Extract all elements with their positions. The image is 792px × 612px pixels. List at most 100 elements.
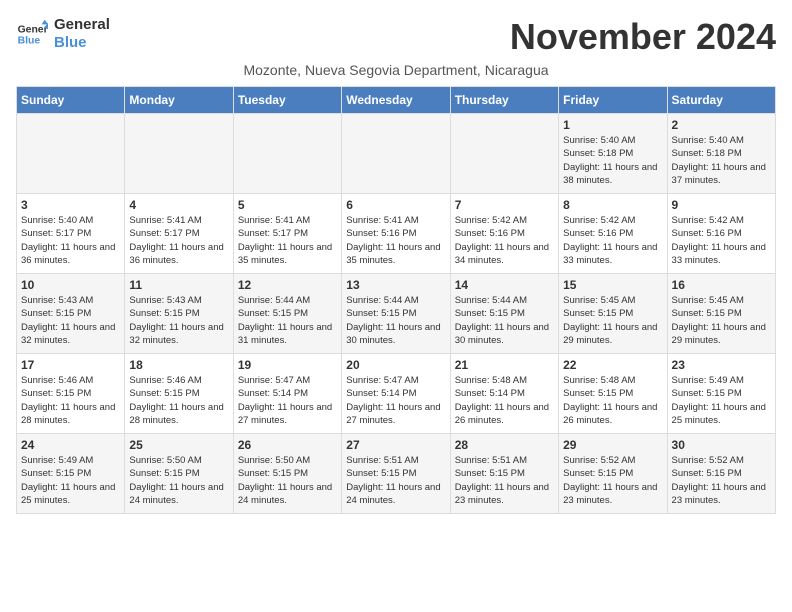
calendar-header-row: SundayMondayTuesdayWednesdayThursdayFrid… [17,87,776,114]
day-info: Sunrise: 5:40 AM Sunset: 5:18 PM Dayligh… [672,134,771,187]
day-number: 2 [672,118,771,132]
day-info: Sunrise: 5:40 AM Sunset: 5:17 PM Dayligh… [21,214,120,267]
calendar-cell [17,114,125,194]
day-info: Sunrise: 5:41 AM Sunset: 5:17 PM Dayligh… [238,214,337,267]
header-thursday: Thursday [450,87,558,114]
calendar-cell: 20 Sunrise: 5:47 AM Sunset: 5:14 PM Dayli… [342,354,450,434]
calendar-cell: 12 Sunrise: 5:44 AM Sunset: 5:15 PM Dayli… [233,274,341,354]
calendar-cell [233,114,341,194]
day-number: 26 [238,438,337,452]
calendar-week-4: 17 Sunrise: 5:46 AM Sunset: 5:15 PM Dayli… [17,354,776,434]
day-info: Sunrise: 5:40 AM Sunset: 5:18 PM Dayligh… [563,134,662,187]
day-info: Sunrise: 5:51 AM Sunset: 5:15 PM Dayligh… [455,454,554,507]
day-info: Sunrise: 5:49 AM Sunset: 5:15 PM Dayligh… [672,374,771,427]
calendar-cell: 11 Sunrise: 5:43 AM Sunset: 5:15 PM Dayli… [125,274,233,354]
calendar-cell: 29 Sunrise: 5:52 AM Sunset: 5:15 PM Dayli… [559,434,667,514]
day-number: 22 [563,358,662,372]
day-info: Sunrise: 5:49 AM Sunset: 5:15 PM Dayligh… [21,454,120,507]
day-info: Sunrise: 5:50 AM Sunset: 5:15 PM Dayligh… [129,454,228,507]
calendar-cell: 21Sunrise: 5:48 AM Sunset: 5:14 PM Dayli… [450,354,558,434]
calendar-cell: 30 Sunrise: 5:52 AM Sunset: 5:15 PM Dayli… [667,434,775,514]
calendar-cell [450,114,558,194]
day-info: Sunrise: 5:42 AM Sunset: 5:16 PM Dayligh… [563,214,662,267]
day-number: 27 [346,438,445,452]
calendar-week-2: 3 Sunrise: 5:40 AM Sunset: 5:17 PM Daylig… [17,194,776,274]
header-monday: Monday [125,87,233,114]
calendar-week-1: 1 Sunrise: 5:40 AM Sunset: 5:18 PM Daylig… [17,114,776,194]
logo-icon: General Blue [16,18,48,50]
day-number: 16 [672,278,771,292]
calendar-cell: 24 Sunrise: 5:49 AM Sunset: 5:15 PM Dayli… [17,434,125,514]
day-info: Sunrise: 5:46 AM Sunset: 5:15 PM Dayligh… [129,374,228,427]
day-number: 25 [129,438,228,452]
calendar-cell: 22Sunrise: 5:48 AM Sunset: 5:15 PM Dayli… [559,354,667,434]
day-number: 9 [672,198,771,212]
day-number: 11 [129,278,228,292]
calendar-cell: 28 Sunrise: 5:51 AM Sunset: 5:15 PM Dayli… [450,434,558,514]
day-number: 5 [238,198,337,212]
logo-general: General [54,16,110,34]
day-number: 21 [455,358,554,372]
day-number: 6 [346,198,445,212]
header-sunday: Sunday [17,87,125,114]
calendar-cell: 5 Sunrise: 5:41 AM Sunset: 5:17 PM Daylig… [233,194,341,274]
day-info: Sunrise: 5:42 AM Sunset: 5:16 PM Dayligh… [672,214,771,267]
day-number: 12 [238,278,337,292]
day-number: 28 [455,438,554,452]
calendar-cell: 7 Sunrise: 5:42 AM Sunset: 5:16 PM Daylig… [450,194,558,274]
day-number: 30 [672,438,771,452]
day-number: 17 [21,358,120,372]
day-info: Sunrise: 5:41 AM Sunset: 5:17 PM Dayligh… [129,214,228,267]
day-info: Sunrise: 5:45 AM Sunset: 5:15 PM Dayligh… [672,294,771,347]
day-number: 18 [129,358,228,372]
day-info: Sunrise: 5:50 AM Sunset: 5:15 PM Dayligh… [238,454,337,507]
day-info: Sunrise: 5:44 AM Sunset: 5:15 PM Dayligh… [346,294,445,347]
day-info: Sunrise: 5:46 AM Sunset: 5:15 PM Dayligh… [21,374,120,427]
svg-text:General: General [18,24,48,35]
calendar-cell: 26 Sunrise: 5:50 AM Sunset: 5:15 PM Dayli… [233,434,341,514]
calendar-body: 1 Sunrise: 5:40 AM Sunset: 5:18 PM Daylig… [17,114,776,514]
calendar-cell: 8 Sunrise: 5:42 AM Sunset: 5:16 PM Daylig… [559,194,667,274]
calendar-cell: 1 Sunrise: 5:40 AM Sunset: 5:18 PM Daylig… [559,114,667,194]
calendar-cell: 15 Sunrise: 5:45 AM Sunset: 5:15 PM Dayli… [559,274,667,354]
day-info: Sunrise: 5:44 AM Sunset: 5:15 PM Dayligh… [455,294,554,347]
calendar-cell: 23 Sunrise: 5:49 AM Sunset: 5:15 PM Dayli… [667,354,775,434]
calendar-cell: 2 Sunrise: 5:40 AM Sunset: 5:18 PM Daylig… [667,114,775,194]
day-number: 20 [346,358,445,372]
calendar-week-3: 10Sunrise: 5:43 AM Sunset: 5:15 PM Dayli… [17,274,776,354]
day-number: 3 [21,198,120,212]
day-number: 24 [21,438,120,452]
calendar-cell: 10Sunrise: 5:43 AM Sunset: 5:15 PM Dayli… [17,274,125,354]
day-number: 19 [238,358,337,372]
day-number: 1 [563,118,662,132]
calendar-cell: 9 Sunrise: 5:42 AM Sunset: 5:16 PM Daylig… [667,194,775,274]
calendar-cell: 6Sunrise: 5:41 AM Sunset: 5:16 PM Daylig… [342,194,450,274]
calendar-cell: 3 Sunrise: 5:40 AM Sunset: 5:17 PM Daylig… [17,194,125,274]
location-subtitle: Mozonte, Nueva Segovia Department, Nicar… [16,62,776,78]
day-number: 7 [455,198,554,212]
page-header: General Blue General Blue November 2024 [16,16,776,58]
day-info: Sunrise: 5:42 AM Sunset: 5:16 PM Dayligh… [455,214,554,267]
day-number: 8 [563,198,662,212]
day-number: 29 [563,438,662,452]
day-info: Sunrise: 5:43 AM Sunset: 5:15 PM Dayligh… [129,294,228,347]
calendar-cell: 13Sunrise: 5:44 AM Sunset: 5:15 PM Dayli… [342,274,450,354]
logo-blue: Blue [54,34,110,52]
day-number: 23 [672,358,771,372]
calendar-cell: 19 Sunrise: 5:47 AM Sunset: 5:14 PM Dayli… [233,354,341,434]
calendar-table: SundayMondayTuesdayWednesdayThursdayFrid… [16,86,776,514]
day-number: 14 [455,278,554,292]
day-info: Sunrise: 5:45 AM Sunset: 5:15 PM Dayligh… [563,294,662,347]
day-info: Sunrise: 5:43 AM Sunset: 5:15 PM Dayligh… [21,294,120,347]
day-info: Sunrise: 5:47 AM Sunset: 5:14 PM Dayligh… [238,374,337,427]
day-info: Sunrise: 5:52 AM Sunset: 5:15 PM Dayligh… [563,454,662,507]
day-info: Sunrise: 5:51 AM Sunset: 5:15 PM Dayligh… [346,454,445,507]
day-info: Sunrise: 5:52 AM Sunset: 5:15 PM Dayligh… [672,454,771,507]
title-block: November 2024 [510,16,776,58]
calendar-cell: 17 Sunrise: 5:46 AM Sunset: 5:15 PM Dayli… [17,354,125,434]
calendar-cell [342,114,450,194]
day-number: 15 [563,278,662,292]
day-info: Sunrise: 5:47 AM Sunset: 5:14 PM Dayligh… [346,374,445,427]
header-wednesday: Wednesday [342,87,450,114]
day-info: Sunrise: 5:44 AM Sunset: 5:15 PM Dayligh… [238,294,337,347]
